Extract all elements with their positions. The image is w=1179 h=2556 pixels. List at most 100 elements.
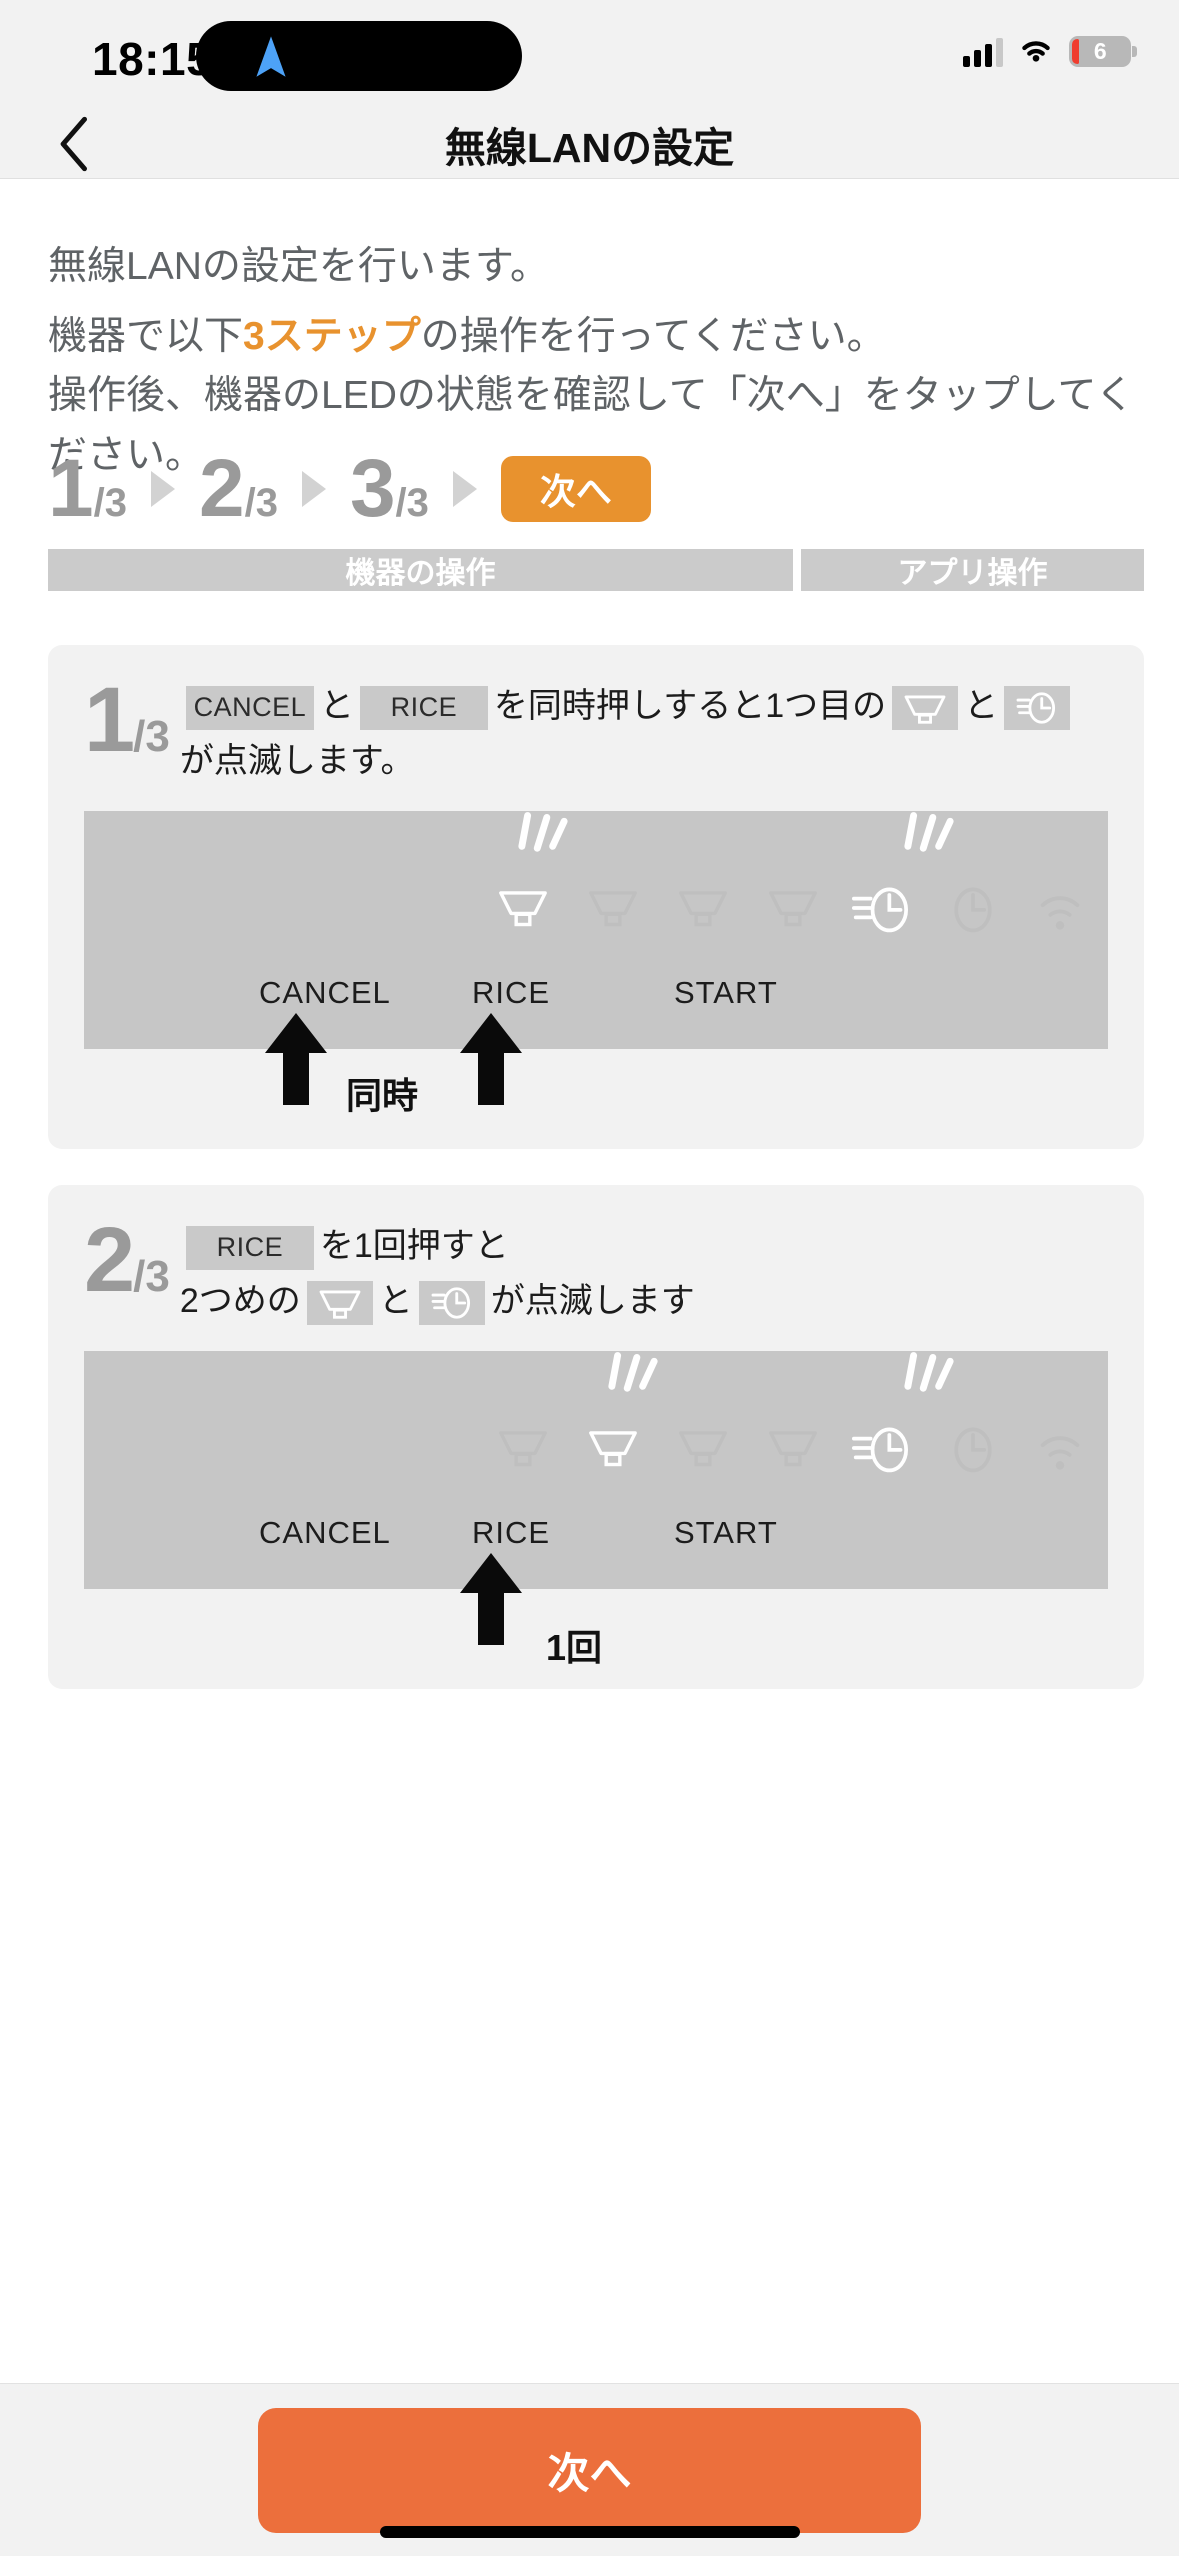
progress-step-3-num: 3 xyxy=(349,443,396,534)
led-bowl-3 xyxy=(674,884,732,941)
step-2-text-a: を1回押すと xyxy=(319,1227,509,1266)
chip-bowl-icon xyxy=(892,686,959,731)
label-app-operation: アプリ操作 xyxy=(801,549,1144,591)
blink-lines-timer-icon xyxy=(900,804,958,859)
led-bowl-2 xyxy=(584,884,642,941)
step-1-text-d: が点滅します。 xyxy=(179,742,415,781)
progress-step-3: 3/3 xyxy=(350,448,429,530)
led-bowl-4 xyxy=(764,1424,822,1481)
chip-rice: RICE xyxy=(185,1226,314,1271)
device-button-row-1: CANCEL RICE START xyxy=(84,971,1108,1049)
press-arrows-step-2: 1回 xyxy=(84,1553,1108,1689)
progress-step-3-denom: /3 xyxy=(395,481,429,525)
press-arrow-rice-icon xyxy=(454,1549,528,1654)
led-wifi xyxy=(1034,882,1086,941)
led-bowl-1-active xyxy=(494,884,552,941)
press-arrow-cancel-icon xyxy=(259,1009,333,1114)
status-bar-time: 18:15 xyxy=(92,33,213,85)
dynamic-island xyxy=(196,21,522,91)
step-2-description: RICE を1回押すと 2つめの と が点滅します xyxy=(180,1211,1108,1329)
step-1-description: CANCEL と RICE を同時押しすると1つ目のとが点滅します。 xyxy=(180,671,1108,789)
press-arrow-rice-icon xyxy=(454,1009,528,1114)
device-button-start: START xyxy=(674,1515,778,1551)
step-1-denom: /3 xyxy=(133,712,170,761)
bottom-action-bar: 次へ xyxy=(0,2383,1179,2556)
device-button-rice: RICE xyxy=(472,975,551,1011)
press-arrow-label: 1回 xyxy=(546,1627,603,1669)
led-bowl-4 xyxy=(764,884,822,941)
device-button-cancel: CANCEL xyxy=(259,975,391,1011)
step-1-number: 1/3 xyxy=(84,669,170,771)
press-arrow-label: 同時 xyxy=(346,1075,419,1117)
battery-indicator: 6 xyxy=(1069,36,1137,67)
step-2-num: 2 xyxy=(84,1209,135,1312)
led-wifi xyxy=(1034,1422,1086,1481)
device-button-rice: RICE xyxy=(472,1515,551,1551)
chevron-right-icon xyxy=(452,471,477,507)
intro-line-2-prefix: 機器で以下 xyxy=(48,315,244,358)
navigation-arrow-icon xyxy=(250,33,292,86)
section-label-bars: 機器の操作 アプリ操作 xyxy=(48,549,1144,591)
led-bowl-1 xyxy=(494,1424,552,1481)
battery-fill xyxy=(1072,39,1079,64)
page-title: 無線LANの設定 xyxy=(444,125,735,171)
step-1-text-c: と xyxy=(964,687,999,725)
step-2-text-d: が点滅します xyxy=(490,1282,695,1321)
chip-timer-icon xyxy=(1004,686,1071,731)
step-2-text-c: と xyxy=(378,1282,413,1321)
press-arrows-step-1: 同時 xyxy=(84,1013,1108,1149)
blink-lines-timer-icon xyxy=(900,1344,958,1399)
chip-rice: RICE xyxy=(359,686,488,731)
step-1-text-a: を同時押しすると1つ xyxy=(493,687,819,725)
chip-timer-icon xyxy=(418,1281,485,1326)
step-2-text-b: 2つめの xyxy=(179,1282,301,1321)
led-timer-active xyxy=(844,1420,916,1481)
step-card-list: 1/3 CANCEL と RICE を同時押しすると1つ目のとが点滅します。 C… xyxy=(48,645,1144,1690)
progress-step-1-denom: /3 xyxy=(93,481,127,525)
blink-lines-bowl-icon xyxy=(514,804,572,859)
intro-line-1: 無線LANの設定を行います。 xyxy=(48,245,549,288)
battery-percent: 6 xyxy=(1093,38,1107,64)
label-device-operation: 機器の操作 xyxy=(48,549,793,591)
wifi-icon xyxy=(1015,33,1057,70)
device-panel-step-2: CANCEL RICE START xyxy=(84,1351,1108,1590)
navigation-bar: 無線LANの設定 xyxy=(0,110,1179,178)
progress-step-2: 2/3 xyxy=(199,448,278,530)
led-clock xyxy=(946,880,1000,941)
step-2-denom: /3 xyxy=(133,1252,170,1302)
intro-highlight-steps: 3ステップ xyxy=(243,315,421,358)
status-bar-indicators: 6 xyxy=(963,33,1137,70)
chip-bowl-icon xyxy=(306,1281,373,1326)
device-panel-step-1: CANCEL RICE START xyxy=(84,811,1108,1050)
status-bar: 18:15 6 xyxy=(0,0,1179,110)
next-button[interactable]: 次へ xyxy=(258,2408,921,2533)
device-led-row-2 xyxy=(84,1351,1108,1511)
device-button-row-2: CANCEL RICE START xyxy=(84,1511,1108,1589)
step-2-number: 2/3 xyxy=(84,1209,170,1312)
step-card-2: 2/3 RICE を1回押すと 2つめのとが点滅します CANCEL RICE … xyxy=(48,1185,1144,1690)
step-1-conj: と xyxy=(319,687,354,725)
progress-next-button[interactable]: 次へ xyxy=(500,456,651,522)
progress-step-2-num: 2 xyxy=(198,443,245,534)
battery-nub xyxy=(1132,46,1137,57)
chevron-right-icon xyxy=(150,471,175,507)
step-1-header: 1/3 CANCEL と RICE を同時押しすると1つ目のとが点滅します。 xyxy=(48,671,1144,789)
step-1-text-b: 目の xyxy=(818,687,887,725)
blink-lines-bowl-icon xyxy=(604,1344,662,1399)
home-indicator xyxy=(379,2526,800,2538)
device-button-start: START xyxy=(674,975,778,1011)
progress-step-2-denom: /3 xyxy=(244,481,278,525)
phone-screen: 18:15 6 無線LANの設定 無線LANの設定を行います。 機器で以下3ステ… xyxy=(0,0,1179,2556)
device-led-row-1 xyxy=(84,811,1108,971)
step-1-num: 1 xyxy=(84,669,135,771)
chevron-right-icon xyxy=(301,471,326,507)
progress-step-1-num: 1 xyxy=(48,443,94,534)
step-card-1: 1/3 CANCEL と RICE を同時押しすると1つ目のとが点滅します。 C… xyxy=(48,645,1144,1150)
device-button-cancel: CANCEL xyxy=(259,1515,391,1551)
progress-stepper: 1/3 2/3 3/3 次へ xyxy=(48,441,1144,537)
scroll-content[interactable]: 無線LANの設定を行います。 機器で以下3ステップの操作を行ってください。 操作… xyxy=(0,179,1179,2383)
chip-cancel: CANCEL xyxy=(185,686,314,731)
led-timer-active xyxy=(844,880,916,941)
cellular-signal-icon xyxy=(963,37,1003,67)
led-bowl-2-active xyxy=(584,1424,642,1481)
